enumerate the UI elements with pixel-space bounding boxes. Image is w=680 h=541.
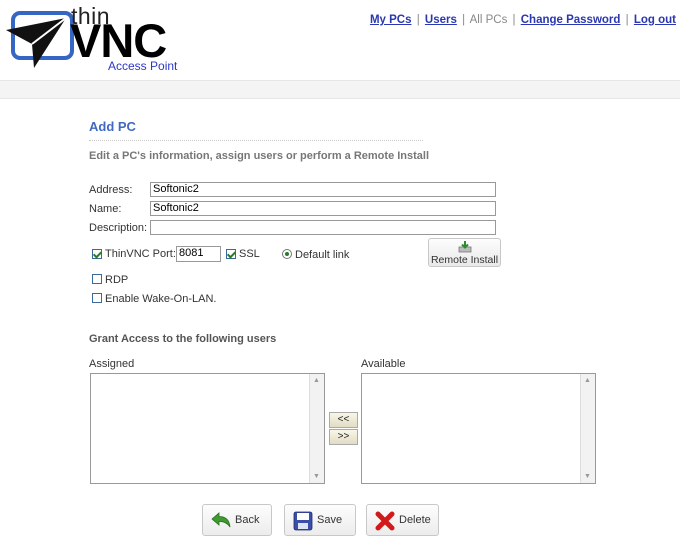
default-link-radio[interactable] bbox=[282, 249, 292, 259]
save-button[interactable]: Save bbox=[284, 504, 356, 536]
assigned-label: Assigned bbox=[89, 358, 135, 370]
save-disk-icon bbox=[293, 511, 313, 531]
address-label: Address: bbox=[89, 184, 133, 196]
name-label: Name: bbox=[89, 203, 122, 215]
available-users-list[interactable]: ▲ ▼ bbox=[361, 373, 596, 484]
scroll-down-icon[interactable]: ▼ bbox=[581, 470, 594, 483]
nav-change-password-link[interactable]: Change Password bbox=[521, 14, 621, 26]
ssl-label: SSL bbox=[239, 248, 260, 260]
move-to-assigned-button[interactable]: << bbox=[329, 412, 358, 428]
rdp-label: RDP bbox=[105, 274, 129, 286]
description-input[interactable] bbox=[150, 220, 496, 235]
rdp-checkbox[interactable] bbox=[92, 274, 102, 284]
nav-separator: | bbox=[512, 14, 516, 26]
scroll-up-icon[interactable]: ▲ bbox=[581, 374, 594, 387]
name-input[interactable]: Softonic2 bbox=[150, 201, 496, 216]
back-arrow-icon bbox=[211, 512, 231, 528]
scroll-up-icon[interactable]: ▲ bbox=[310, 374, 323, 387]
assigned-users-list[interactable]: ▲ ▼ bbox=[90, 373, 325, 484]
nav-separator: | bbox=[625, 14, 629, 26]
nav-users-link[interactable]: Users bbox=[425, 14, 457, 26]
page-title: Add PC bbox=[89, 119, 136, 134]
remote-install-label: Remote Install bbox=[430, 254, 499, 266]
thinvnc-port-input[interactable]: 8081 bbox=[176, 246, 221, 262]
available-scrollbar[interactable]: ▲ ▼ bbox=[580, 374, 595, 483]
wake-on-lan-checkbox[interactable] bbox=[92, 293, 102, 303]
move-to-available-button[interactable]: >> bbox=[329, 429, 358, 445]
header-divider-band bbox=[0, 80, 680, 99]
assigned-scrollbar[interactable]: ▲ ▼ bbox=[309, 374, 324, 483]
remote-install-icon bbox=[458, 241, 472, 253]
top-navigation: My PCs | Users | All PCs | Change Passwo… bbox=[370, 14, 676, 26]
thinvnc-port-label: ThinVNC Port: bbox=[105, 248, 176, 260]
description-label: Description: bbox=[89, 222, 148, 234]
delete-button[interactable]: Delete bbox=[366, 504, 439, 536]
delete-label: Delete bbox=[399, 514, 431, 526]
save-label: Save bbox=[317, 514, 343, 526]
thinvnc-checkbox[interactable] bbox=[92, 249, 102, 259]
grant-access-heading: Grant Access to the following users bbox=[89, 333, 277, 345]
nav-separator: | bbox=[416, 14, 420, 26]
default-link-label: Default link bbox=[295, 249, 350, 261]
remote-install-button[interactable]: Remote Install bbox=[428, 238, 501, 267]
nav-log-out-link[interactable]: Log out bbox=[634, 14, 676, 26]
scroll-down-icon[interactable]: ▼ bbox=[310, 470, 323, 483]
nav-separator: | bbox=[462, 14, 466, 26]
back-button[interactable]: Back bbox=[202, 504, 272, 536]
ssl-checkbox[interactable] bbox=[226, 249, 236, 259]
delete-x-icon bbox=[375, 511, 395, 531]
nav-my-pcs-link[interactable]: My PCs bbox=[370, 14, 412, 26]
logo-subtitle: Access Point bbox=[108, 59, 178, 73]
available-label: Available bbox=[361, 358, 406, 370]
back-label: Back bbox=[235, 514, 260, 526]
title-divider bbox=[89, 140, 423, 141]
nav-all-pcs-current: All PCs bbox=[469, 14, 508, 26]
logo-vnc-text: VNC bbox=[70, 14, 167, 67]
address-input[interactable]: Softonic2 bbox=[150, 182, 496, 197]
wake-on-lan-label: Enable Wake-On-LAN. bbox=[105, 293, 217, 305]
page-subtitle: Edit a PC's information, assign users or… bbox=[89, 150, 430, 162]
